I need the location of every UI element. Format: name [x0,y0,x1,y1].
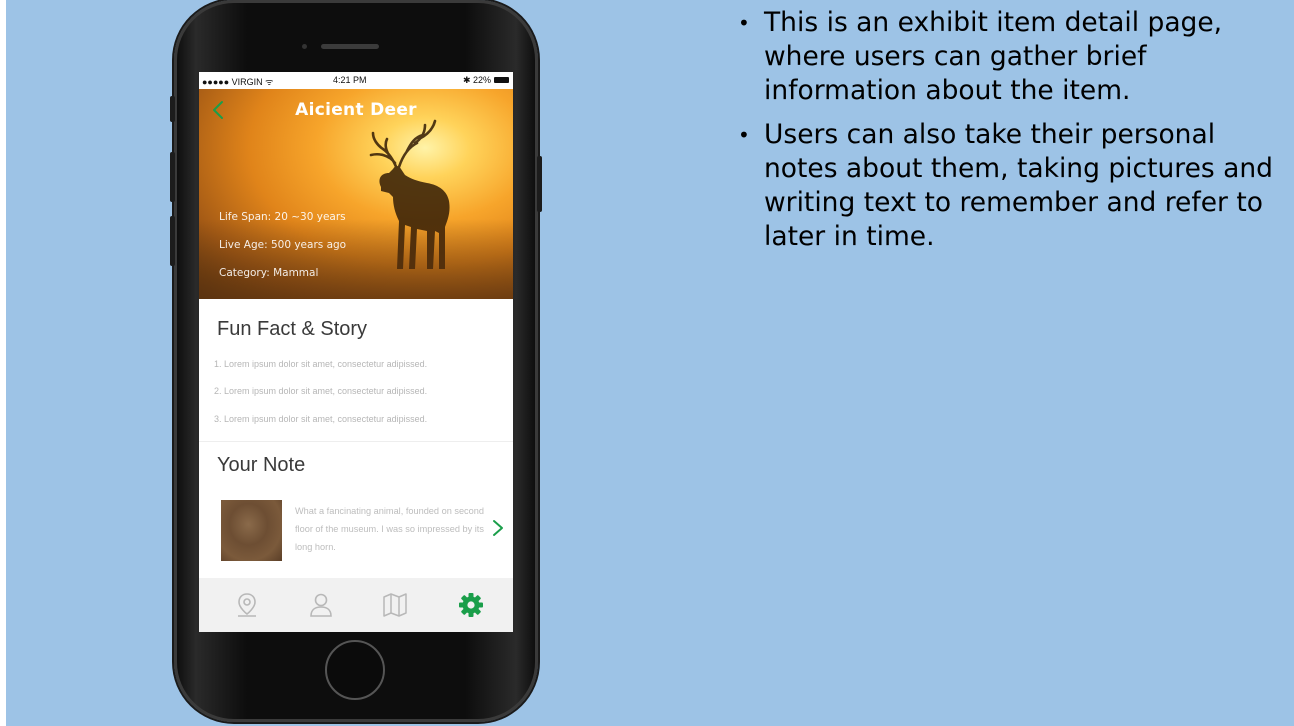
fun-fact-item: 3. Lorem ipsum dolor sit amet, consectet… [214,414,428,424]
info-life-span: Life Span: 20 ~30 years [219,211,346,223]
profile-icon[interactable] [306,590,336,620]
bullet-item: • This is an exhibit item detail page, w… [730,6,1290,108]
grass-haze [199,219,513,299]
note-preview-text[interactable]: What a fancinating animal, founded on se… [295,502,489,556]
info-live-age: Live Age: 500 years ago [219,239,347,251]
bullet-dot: • [738,123,750,147]
description-panel: • This is an exhibit item detail page, w… [730,6,1290,264]
info-category: Category: Mammal [219,267,319,279]
earpiece-speaker [321,44,379,49]
battery-label: ✱ 22% [462,75,491,85]
bullet-item: • Users can also take their personal not… [730,118,1290,254]
chevron-right-icon[interactable] [491,518,505,538]
slide: ●●●●● VIRGIN ᯤ 4:21 PM ✱ 22% Aicient Dee… [6,0,1294,726]
status-bar: ●●●●● VIRGIN ᯤ 4:21 PM ✱ 22% [199,72,513,89]
note-photo-thumbnail[interactable] [221,500,282,561]
your-note-heading: Your Note [217,454,306,476]
fun-fact-item: 1. Lorem ipsum dolor sit amet, consectet… [214,359,428,369]
phone-frame: ●●●●● VIRGIN ᯤ 4:21 PM ✱ 22% Aicient Dee… [170,0,542,722]
hero-banner: Aicient Deer Life Span: 20 ~30 years Liv… [199,89,513,299]
section-divider [199,441,513,442]
fun-fact-item: 2. Lorem ipsum dolor sit amet, consectet… [214,386,428,396]
front-camera [302,44,307,49]
home-button[interactable] [325,640,385,700]
bullet-dot: • [738,11,750,35]
bullet-text: Users can also take their personal notes… [764,119,1273,252]
power-button [537,156,542,212]
bottom-tab-bar [199,578,513,632]
exhibit-title: Aicient Deer [295,100,417,120]
bullet-text: This is an exhibit item detail page, whe… [764,7,1223,106]
volume-down-button [170,216,175,266]
battery-icon [494,77,509,83]
map-icon[interactable] [380,590,410,620]
mute-switch [170,96,175,122]
phone-screen: ●●●●● VIRGIN ᯤ 4:21 PM ✱ 22% Aicient Dee… [199,72,513,632]
clock: 4:21 PM [333,75,367,85]
volume-up-button [170,152,175,202]
carrier-label: ●●●●● VIRGIN ᯤ [202,77,274,87]
location-pin-icon[interactable] [232,590,262,620]
settings-gear-icon[interactable] [456,590,486,620]
fun-fact-heading: Fun Fact & Story [217,318,368,340]
